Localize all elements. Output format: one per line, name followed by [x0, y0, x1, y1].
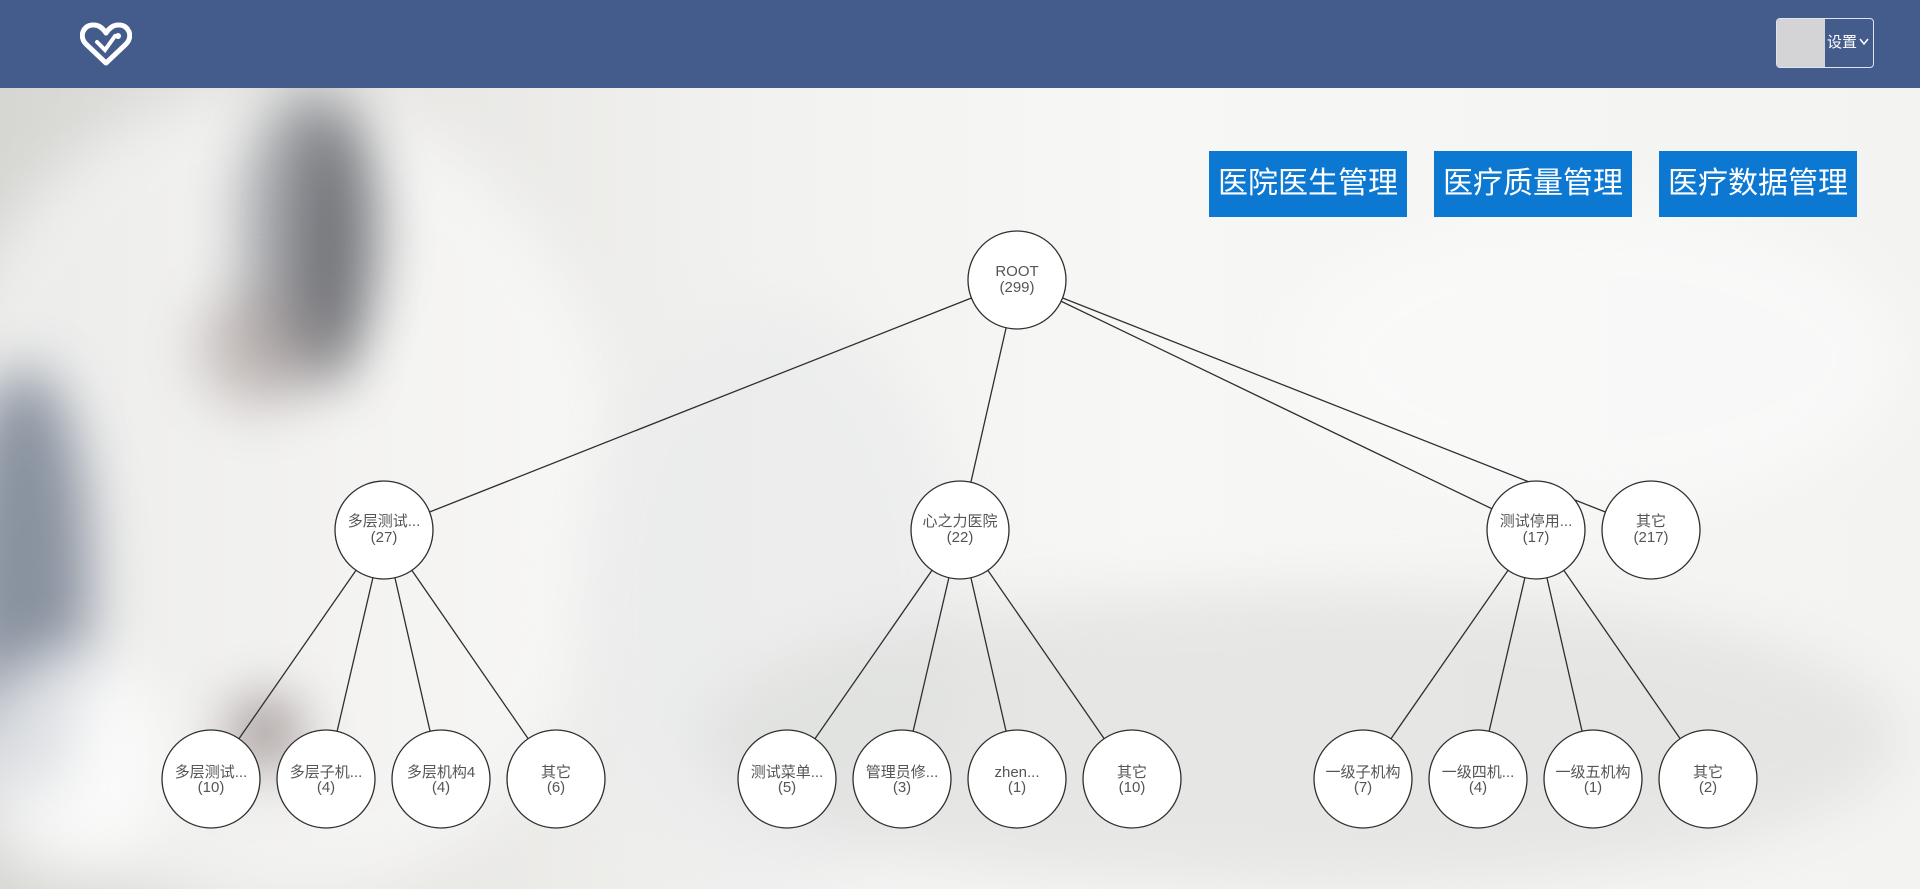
node-count: (3) [893, 779, 911, 796]
top-navigation-bar: 设置 [0, 0, 1920, 88]
node-name: 多层测试... [348, 513, 421, 530]
hospital-doctor-management-button[interactable]: 医院医生管理 [1209, 151, 1407, 217]
node-count: (1) [1584, 779, 1602, 796]
node-count: (5) [778, 779, 796, 796]
node-name: ROOT [995, 263, 1038, 280]
tree-node[interactable]: 其它 (217) [1601, 480, 1701, 580]
tree-node[interactable]: 其它 (10) [1082, 729, 1182, 829]
tree-node[interactable]: 一级四机... (4) [1428, 729, 1528, 829]
tree-node[interactable]: 多层子机... (4) [276, 729, 376, 829]
node-count: (17) [1523, 529, 1550, 546]
node-count: (6) [547, 779, 565, 796]
medical-data-management-button[interactable]: 医疗数据管理 [1659, 151, 1857, 217]
node-name: 心之力医院 [922, 512, 997, 530]
tree-node[interactable]: 心之力医院 (22) [910, 480, 1010, 580]
node-count: (217) [1633, 529, 1668, 546]
node-name: 测试停用... [1500, 513, 1573, 530]
node-count: (4) [317, 779, 335, 796]
node-count: (299) [999, 279, 1034, 296]
tree-node[interactable]: 多层测试... (27) [334, 480, 434, 580]
settings-label: 设置 [1827, 34, 1858, 51]
heart-logo-icon[interactable] [80, 22, 132, 66]
settings-dropdown[interactable]: 设置 [1776, 18, 1874, 68]
tree-node[interactable]: 一级五机构 (1) [1543, 729, 1643, 829]
avatar [1777, 19, 1825, 67]
node-count: (27) [371, 529, 398, 546]
chevron-down-icon [1859, 38, 1869, 46]
node-count: (22) [947, 529, 974, 546]
tree-node[interactable]: 一级子机构 (7) [1313, 729, 1413, 829]
tree-node[interactable]: zhen... (1) [967, 729, 1067, 829]
tree-node[interactable]: 测试停用... (17) [1486, 480, 1586, 580]
tree-node[interactable]: 多层测试... (10) [161, 729, 261, 829]
tree-node[interactable]: 测试菜单... (5) [737, 729, 837, 829]
organization-tree: ROOT (299) 多层测试... (27) 心之力医院 (22) 测试停用.… [161, 230, 1758, 829]
node-count: (7) [1354, 779, 1372, 796]
node-count: (10) [198, 779, 225, 796]
node-name: 其它 [1636, 512, 1666, 530]
tree-node-root[interactable]: ROOT (299) [967, 230, 1067, 330]
node-count: (4) [1469, 779, 1487, 796]
node-count: (1) [1008, 779, 1026, 796]
medical-quality-management-button[interactable]: 医疗质量管理 [1434, 151, 1632, 217]
node-count: (2) [1699, 779, 1717, 796]
tree-node[interactable]: 其它 (6) [506, 729, 606, 829]
tree-node[interactable]: 管理员修... (3) [852, 729, 952, 829]
tree-node[interactable]: 多层机构4 (4) [391, 729, 491, 829]
tree-node[interactable]: 其它 (2) [1658, 729, 1758, 829]
node-count: (4) [432, 779, 450, 796]
node-count: (10) [1119, 779, 1146, 796]
